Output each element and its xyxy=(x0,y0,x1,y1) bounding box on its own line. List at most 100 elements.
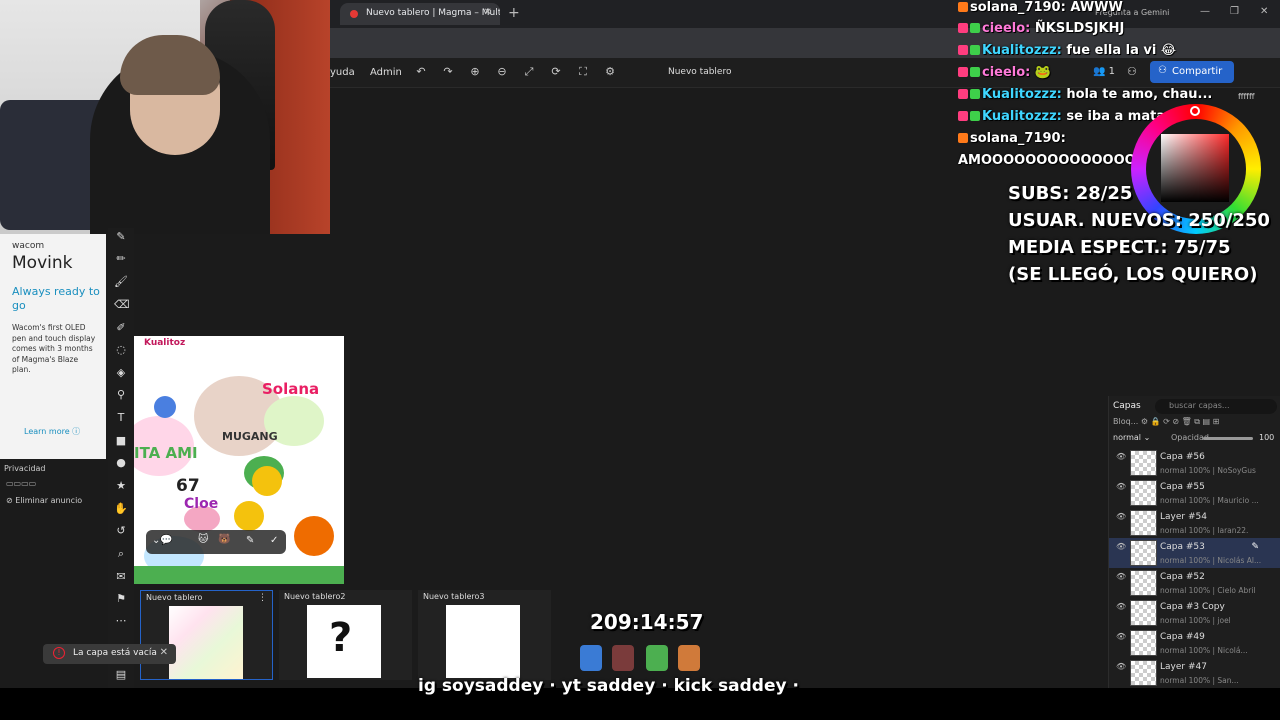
visibility-icon[interactable]: 👁 xyxy=(1116,602,1126,611)
text-icon[interactable]: T xyxy=(114,411,128,425)
board-thumb[interactable]: Nuevo tablero ⋮ xyxy=(140,590,273,680)
ad-banner[interactable]: wacom Movink Always ready to go Wacom's … xyxy=(0,234,106,459)
ad-headline: Always ready to go xyxy=(12,285,100,312)
visibility-icon[interactable]: 👁 xyxy=(1116,632,1126,641)
privacy-controls[interactable]: ▭▭▭▭ xyxy=(6,479,36,488)
avatar-2[interactable]: 🐻 xyxy=(218,534,230,545)
settings-icon[interactable]: ⚙ xyxy=(603,65,617,79)
layer-row[interactable]: 👁 Layer #47 normal 100% | San... xyxy=(1109,658,1280,688)
star-icon[interactable]: ★ xyxy=(114,479,128,493)
browser-tab-bar: Nuevo tablero | Magma – Multi ✕ + Pregun… xyxy=(330,0,1280,28)
pencil-icon[interactable]: ✏ xyxy=(114,252,128,266)
close-window-icon[interactable]: ✕ xyxy=(1260,6,1268,17)
fill-icon[interactable]: ◈ xyxy=(114,366,128,380)
chat-message: solana_7190: xyxy=(958,131,1066,146)
layer-name: Layer #47 xyxy=(1160,662,1207,672)
boards-icon[interactable]: ▤ xyxy=(114,668,128,682)
rotate-icon[interactable]: ⟳ xyxy=(549,65,563,79)
close-toast-icon[interactable]: ✕ xyxy=(160,647,168,658)
chat-user: Kualitozzz: xyxy=(982,43,1062,58)
comment-icon[interactable]: ✉ xyxy=(114,570,128,584)
opacity-slider[interactable] xyxy=(1203,437,1253,440)
close-tab-icon[interactable]: ✕ xyxy=(484,7,492,18)
check-icon[interactable]: ✓ xyxy=(270,535,278,546)
users-icon[interactable]: 👥 1 xyxy=(1093,66,1115,77)
hand-icon[interactable]: ✋ xyxy=(114,502,128,516)
chat-text: ÑKSLDSJKHJ xyxy=(1034,21,1125,36)
remove-ad-button[interactable]: ⊘ Eliminar anuncio xyxy=(6,496,82,505)
circle-icon[interactable]: ● xyxy=(114,456,128,470)
more-icon[interactable]: ⋯ xyxy=(114,614,128,628)
pen-tool-icon[interactable]: ✎ xyxy=(246,535,254,546)
visibility-icon[interactable]: 👁 xyxy=(1116,452,1126,461)
lock-controls[interactable]: Bloq... ⚙ 🔒 ⟳ ⊘ 🗑 ⧉ ▤ ⊞ xyxy=(1113,417,1219,427)
layer-row[interactable]: 👁 Capa #52 normal 100% | Cielo Abril xyxy=(1109,568,1280,598)
layer-row[interactable]: 👁 Layer #54 normal 100% | laran22. xyxy=(1109,508,1280,538)
color-hex-value[interactable]: ffffff xyxy=(1238,92,1255,101)
ad-learn-more-link[interactable]: Learn more ⓘ xyxy=(24,426,80,437)
smudge-icon[interactable]: ✐ xyxy=(114,321,128,335)
board-name: Nuevo tablero xyxy=(146,593,203,602)
new-tab-icon[interactable]: + xyxy=(508,5,520,21)
brush-icon[interactable]: 🖌 xyxy=(114,275,128,289)
zoom-out-icon[interactable]: ⊖ xyxy=(495,65,509,79)
layer-row[interactable]: 👁 Capa #49 normal 100% | Nicolá... xyxy=(1109,628,1280,658)
opacity-value: 100 xyxy=(1259,433,1275,442)
layer-thumbnail xyxy=(1130,600,1157,626)
board-title[interactable]: Nuevo tablero xyxy=(668,67,731,77)
layer-thumbnail xyxy=(1130,510,1157,536)
badge-icon xyxy=(958,111,968,121)
rect-icon[interactable]: ■ xyxy=(114,434,128,448)
board-thumb[interactable]: Nuevo tablero3 xyxy=(418,590,551,680)
board-menu-icon[interactable]: ⋮ xyxy=(258,593,267,603)
layer-row[interactable]: 👁 Capa #3 Copy normal 100% | joel xyxy=(1109,598,1280,628)
layer-row[interactable]: 👁 Capa #55 normal 100% | Mauricio ... xyxy=(1109,478,1280,508)
undo-history-icon[interactable]: ↺ xyxy=(114,524,128,538)
redo-icon[interactable]: ↷ xyxy=(441,65,455,79)
remove-ad-label: Eliminar anuncio xyxy=(15,496,83,505)
add-user-icon[interactable]: ⚇ xyxy=(1127,65,1137,78)
maximize-icon[interactable]: ❐ xyxy=(1230,6,1239,17)
fullscreen-icon[interactable]: ⛶ xyxy=(576,65,590,79)
undo-icon[interactable]: ↶ xyxy=(414,65,428,79)
menu-help[interactable]: yuda xyxy=(330,67,355,78)
eraser-icon[interactable]: ⌫ xyxy=(114,298,130,312)
avatar-1[interactable]: 🐱 xyxy=(198,534,208,545)
edit-layer-icon[interactable]: ✎ xyxy=(1251,542,1259,552)
board-preview: ? xyxy=(307,605,381,678)
browser-tab-active[interactable]: Nuevo tablero | Magma – Multi ✕ xyxy=(340,3,500,25)
layer-thumbnail xyxy=(1130,630,1157,656)
hue-handle[interactable] xyxy=(1190,106,1200,116)
chat-bubble-icon[interactable]: ⌄💬 xyxy=(152,535,173,546)
layer-row[interactable]: 👁 Capa #56 normal 100% | NoSoyGus xyxy=(1109,448,1280,478)
visibility-icon[interactable]: 👁 xyxy=(1116,542,1126,551)
blend-mode-select[interactable]: normal ⌄ xyxy=(1113,433,1150,442)
lasso-icon[interactable]: ◌ xyxy=(114,343,128,357)
layer-row-selected[interactable]: 👁 Capa #53 normal 100% | Nicolás Al... ✎ xyxy=(1109,538,1280,568)
layer-info: normal 100% | laran22. xyxy=(1160,526,1249,535)
canvas-floating-toolbar[interactable]: ⌄💬 🐱 🐻 ✎ ✓ xyxy=(146,530,286,554)
chat-message: Kualitozzz: fue ella la vi 😂 xyxy=(958,43,1176,58)
visibility-icon[interactable]: 👁 xyxy=(1116,572,1126,581)
flag-icon[interactable]: ⚑ xyxy=(114,592,128,606)
new-users-line: USUAR. NUEVOS: 250/250 xyxy=(1008,210,1270,231)
board-thumb[interactable]: Nuevo tablero2 ? xyxy=(279,590,412,680)
layer-thumbnail xyxy=(1130,450,1157,476)
badge-icon xyxy=(958,89,968,99)
visibility-icon[interactable]: 👁 xyxy=(1116,662,1126,671)
layer-search-input[interactable]: buscar capas... xyxy=(1155,399,1277,414)
menu-admin[interactable]: Admin xyxy=(370,67,402,78)
board-name: Nuevo tablero2 xyxy=(284,592,346,601)
eyedropper-icon[interactable]: ⚲ xyxy=(114,388,128,402)
blend-mode-value: normal xyxy=(1113,433,1142,442)
minimize-icon[interactable]: — xyxy=(1200,6,1210,17)
visibility-icon[interactable]: 👁 xyxy=(1116,512,1126,521)
search-icon[interactable]: ⌕ xyxy=(114,547,128,561)
visibility-icon[interactable]: 👁 xyxy=(1116,482,1126,491)
chat-text: hola te amo, chau... xyxy=(1066,87,1213,102)
fit-icon[interactable]: ⤢ xyxy=(522,65,536,79)
zoom-in-icon[interactable]: ⊕ xyxy=(468,65,482,79)
chat-user: solana_7190: xyxy=(970,131,1066,146)
chat-message: Kualitozzz: hola te amo, chau... xyxy=(958,87,1212,102)
pen-icon[interactable]: ✎ xyxy=(114,230,128,244)
